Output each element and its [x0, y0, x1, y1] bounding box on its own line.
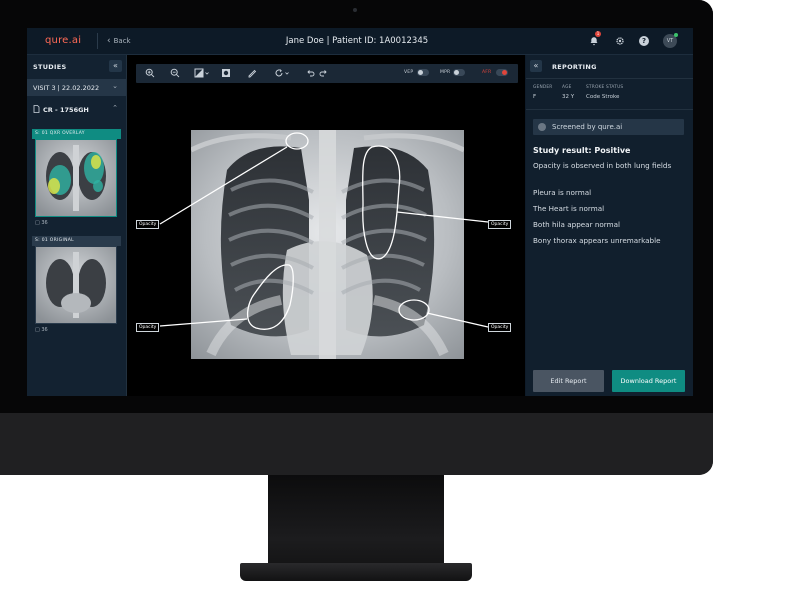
file-icon — [33, 105, 40, 113]
online-status-dot — [674, 33, 678, 37]
opacity-contour[interactable] — [362, 145, 401, 260]
divider — [526, 109, 693, 110]
monitor-frame: qure.ai ‹ Back Jane Doe | Patient ID: 1A0… — [0, 0, 713, 475]
annotation-leader — [396, 211, 489, 223]
image-count: □ 36 — [35, 327, 48, 333]
image-count: □ 36 — [35, 220, 48, 226]
opacity-contour[interactable] — [285, 132, 309, 150]
image-viewer[interactable]: VEP MPR AFR Opacity Opacity Opacity Opac… — [127, 55, 525, 396]
stroke-status-label: STROKE STATUS — [586, 85, 624, 90]
overlay-thumbnail — [35, 139, 117, 217]
avatar-initials: VT — [666, 38, 674, 44]
back-label: Back — [113, 37, 131, 45]
original-thumbnail — [35, 246, 117, 324]
studies-header: STUDIES — [33, 63, 67, 71]
finding-item: Pleura is normal — [533, 188, 592, 197]
reporting-title: REPORTING — [552, 63, 597, 71]
top-bar: qure.ai ‹ Back Jane Doe | Patient ID: 1A0… — [27, 28, 693, 55]
stroke-status-value: Code Stroke — [586, 94, 620, 100]
opacity-label[interactable]: Opacity — [488, 323, 512, 332]
image-count-value: 36 — [41, 220, 48, 226]
screened-by-text: Screened by qure.ai — [552, 123, 623, 131]
gender-value: F — [533, 94, 537, 100]
avatar[interactable]: VT — [663, 33, 678, 48]
series-card-overlay[interactable]: S: 01 QXR OVERLAY □ 36 — [32, 129, 121, 226]
collapse-report-button[interactable]: « — [530, 60, 542, 72]
collapse-sidebar-button[interactable]: « — [109, 60, 122, 72]
annotation-leader — [426, 312, 489, 328]
bell-icon[interactable]: 1 — [587, 31, 601, 48]
study-item[interactable]: CR - 1756GH — [33, 105, 89, 114]
monitor-chin — [0, 413, 713, 475]
chevron-left-icon: ‹ — [107, 36, 111, 46]
age-label: AGE — [562, 85, 572, 90]
reporting-panel: « REPORTING GENDER F AGE 32 Y STROKE STA… — [526, 55, 693, 396]
annotation-overlay — [159, 132, 489, 330]
study-label: CR - 1756GH — [43, 106, 89, 114]
header-actions: 1 ? VT — [587, 31, 678, 48]
chevron-down-icon: ⌄ — [112, 82, 118, 90]
finding-item: Opacity is observed in both lung fields — [533, 161, 672, 170]
chevron-up-icon[interactable]: ⌃ — [112, 104, 118, 112]
studies-sidebar: STUDIES « VISIT 3 | 22.02.2022 ⌄ CR - 17… — [27, 55, 127, 396]
finding-item: Bony thorax appears unremarkable — [533, 236, 661, 245]
visit-label: VISIT 3 | 22.02.2022 — [33, 84, 100, 92]
series-title: S: 01 ORIGINAL — [32, 236, 121, 246]
series-title: S: 01 QXR OVERLAY — [32, 129, 121, 139]
camera-dot — [353, 8, 357, 12]
visit-select[interactable]: VISIT 3 | 22.02.2022 ⌄ — [27, 79, 126, 96]
series-card-original[interactable]: S: 01 ORIGINAL □ 36 — [32, 236, 121, 333]
opacity-contour[interactable] — [246, 264, 294, 330]
screened-by-badge: Screened by qure.ai — [533, 119, 684, 135]
image-count-value: 36 — [41, 327, 48, 333]
annotation-leader — [159, 318, 248, 327]
brand-logo: qure.ai — [45, 35, 82, 46]
finding-item: Both hila appear normal — [533, 220, 621, 229]
monitor-stand-base — [240, 563, 472, 581]
app-screen: qure.ai ‹ Back Jane Doe | Patient ID: 1A0… — [27, 28, 693, 396]
finding-item: The Heart is normal — [533, 204, 605, 213]
study-result: Study result: Positive — [533, 146, 631, 155]
opacity-label[interactable]: Opacity — [136, 323, 160, 332]
header-divider — [97, 33, 98, 49]
opacity-label[interactable]: Opacity — [488, 220, 512, 229]
edit-report-button[interactable]: Edit Report — [533, 370, 604, 392]
age-value: 32 Y — [562, 94, 575, 100]
qure-logo-icon — [538, 123, 546, 131]
gear-icon[interactable] — [613, 34, 627, 48]
monitor-stand-neck — [268, 475, 444, 567]
help-icon[interactable]: ? — [639, 36, 649, 46]
notification-badge: 1 — [595, 31, 601, 37]
patient-header: Jane Doe | Patient ID: 1A0012345 — [285, 36, 429, 46]
download-report-button[interactable]: Download Report — [612, 370, 685, 392]
gender-label: GENDER — [533, 85, 553, 90]
back-button[interactable]: ‹ Back — [107, 36, 131, 46]
opacity-contour[interactable] — [398, 299, 430, 321]
annotation-leader — [159, 146, 288, 225]
opacity-label[interactable]: Opacity — [136, 220, 160, 229]
divider — [526, 78, 693, 79]
